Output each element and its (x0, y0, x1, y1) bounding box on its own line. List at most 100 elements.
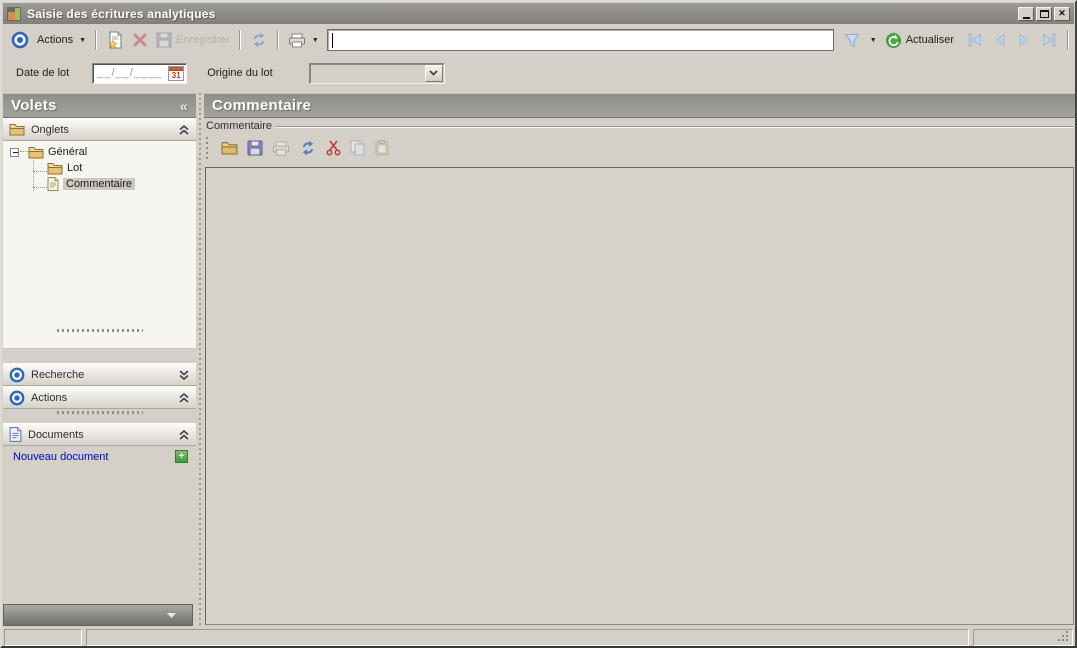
print-dropdown-arrow-icon: ▼ (311, 36, 319, 44)
nav-next-button[interactable] (1012, 31, 1036, 49)
search-field-frame (326, 29, 834, 51)
actions-target-icon (7, 29, 33, 51)
tree-item-commentaire[interactable]: Commentaire (47, 176, 136, 192)
nav-first-button[interactable] (962, 31, 988, 49)
open-button[interactable] (221, 141, 238, 155)
paste-button[interactable] (374, 140, 390, 156)
comment-text-area[interactable] (205, 167, 1074, 625)
tree-label-commentaire: Commentaire (63, 178, 136, 190)
delete-icon (133, 33, 147, 47)
sidebar-splitter-handle[interactable] (57, 411, 143, 414)
folder-icon (9, 124, 25, 136)
chevron-double-down-icon[interactable] (178, 369, 190, 380)
print-button[interactable]: ▼ (284, 31, 323, 50)
minimize-button[interactable] (1018, 6, 1034, 21)
status-cell-middle (86, 629, 969, 646)
cut-button[interactable] (326, 140, 341, 156)
section-onglets[interactable]: Onglets (3, 118, 196, 141)
sync-icon (253, 32, 265, 48)
section-documents-label: Documents (28, 428, 84, 441)
close-button[interactable]: ✕ (1054, 6, 1070, 21)
nav-previous-button[interactable] (988, 31, 1012, 49)
search-input[interactable] (328, 31, 832, 49)
date-mask: __/__/____ (97, 67, 163, 79)
toolbar-separator (95, 30, 98, 50)
filter-button[interactable] (840, 31, 864, 50)
tree-item-lot[interactable]: Lot (47, 160, 82, 176)
copy-button[interactable] (350, 140, 365, 156)
close-icon: ✕ (1058, 8, 1066, 18)
sync-comment-button[interactable] (299, 140, 317, 156)
documents-icon (9, 427, 22, 442)
sidebar-header[interactable]: Volets « (3, 93, 196, 118)
section-actions[interactable]: Actions (3, 386, 196, 409)
tree-item-general[interactable]: Général (10, 144, 87, 160)
maximize-button[interactable] (1036, 6, 1052, 21)
actions-label: Actions (37, 34, 74, 46)
copy-icon (350, 140, 365, 156)
chevron-double-up-icon[interactable] (178, 392, 190, 403)
collapse-sidebar-icon[interactable]: « (180, 98, 188, 114)
save-comment-button[interactable] (247, 140, 263, 156)
new-document-link[interactable]: Nouveau document (13, 451, 108, 463)
chevron-down-icon (429, 70, 438, 76)
title-bar: Saisie des écritures analytiques ✕ (3, 3, 1074, 24)
chevron-double-up-icon[interactable] (178, 124, 190, 135)
new-button[interactable] (102, 29, 128, 51)
date-lot-label: Date de lot (16, 67, 70, 79)
nav-last-button[interactable] (1036, 31, 1062, 49)
origine-lot-select[interactable] (308, 62, 445, 84)
save-button[interactable]: Enregistrer (152, 30, 234, 50)
dropdown-arrow-icon: ▼ (79, 36, 87, 44)
recherche-target-icon (9, 367, 25, 382)
combo-dropdown-button[interactable] (424, 64, 443, 82)
print-comment-button[interactable] (272, 141, 290, 156)
arrow-down-icon (167, 612, 176, 618)
window-title: Saisie des écritures analytiques (27, 6, 216, 21)
sidebar-splitter-handle[interactable] (57, 329, 143, 332)
printer-icon (288, 33, 305, 47)
sidebar-bottom-bar[interactable] (3, 604, 193, 626)
toolbar-grip[interactable] (206, 137, 208, 159)
nav-next-icon (1019, 33, 1029, 47)
section-actions-label: Actions (31, 391, 68, 404)
new-document-row: Nouveau document + (3, 446, 196, 463)
refresh-button[interactable]: Actualiser (881, 30, 958, 51)
date-lot-field[interactable]: __/__/____ 31 (92, 62, 188, 84)
tree-expander-icon[interactable] (10, 147, 19, 157)
delete-button[interactable] (128, 30, 152, 50)
sidebar-title: Volets (11, 97, 57, 114)
main-panel-header: Commentaire (204, 93, 1075, 118)
paste-clipboard-icon (375, 140, 389, 156)
status-cell-right (973, 629, 1073, 646)
nav-first-icon (968, 33, 981, 47)
add-document-button[interactable]: + (175, 450, 188, 463)
application-window: Saisie des écritures analytiques ✕ Actio… (0, 0, 1077, 648)
actions-menu-button[interactable]: Actions ▼ (33, 32, 90, 48)
open-folder-icon (221, 142, 238, 155)
app-icon (7, 6, 21, 21)
section-documents[interactable]: Documents (3, 423, 196, 446)
panel-splitter[interactable] (196, 93, 204, 627)
save-label: Enregistrer (176, 34, 230, 46)
group-divider (276, 126, 1073, 128)
main-panel-title: Commentaire (212, 97, 312, 114)
minimize-icon (1022, 16, 1030, 19)
new-document-icon (108, 31, 122, 49)
calendar-icon[interactable]: 31 (168, 65, 185, 81)
filter-dropdown-arrow-icon: ▼ (869, 36, 877, 44)
folder-icon (47, 162, 63, 174)
section-recherche[interactable]: Recherche (3, 363, 196, 386)
sync-button[interactable] (246, 30, 272, 50)
origine-lot-label: Origine du lot (207, 67, 273, 79)
onglets-tree: Général Lot Commentaire (3, 141, 196, 349)
status-bar (3, 628, 1075, 646)
printer-icon (273, 141, 289, 155)
resize-grip-icon[interactable] (1057, 630, 1069, 642)
sync-icon (302, 140, 314, 156)
nav-last-icon (1043, 33, 1056, 47)
chevron-double-up-icon[interactable] (178, 429, 190, 440)
actions-target-icon (9, 390, 25, 405)
filter-dropdown-button[interactable]: ▼ (864, 35, 881, 46)
section-onglets-label: Onglets (31, 123, 69, 136)
